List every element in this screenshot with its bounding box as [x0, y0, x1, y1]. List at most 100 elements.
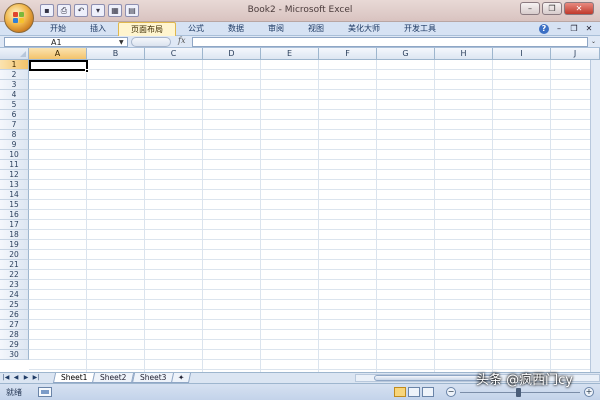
sheet-tabs: Sheet1 Sheet2 Sheet3 ✦: [52, 373, 192, 383]
cell-area[interactable]: [29, 60, 600, 372]
workbook-restore-button[interactable]: ❐: [569, 24, 579, 34]
row-header-7[interactable]: 7: [0, 120, 29, 130]
row-header-17[interactable]: 17: [0, 220, 29, 230]
row-header-8[interactable]: 8: [0, 130, 29, 140]
column-header-e[interactable]: E: [261, 48, 319, 60]
tab-page-layout[interactable]: 页面布局: [118, 22, 176, 36]
sheet-tab-sheet2[interactable]: Sheet2: [92, 373, 136, 383]
window-title: Book2 - Microsoft Excel: [247, 5, 353, 15]
row-header-22[interactable]: 22: [0, 270, 29, 280]
row-header-15[interactable]: 15: [0, 200, 29, 210]
watermark-text: 头条 @疯西门cy: [476, 373, 573, 388]
row-header-4[interactable]: 4: [0, 90, 29, 100]
ribbon-tabs: 开始 插入 页面布局 公式 数据 审阅 视图 美化大师 开发工具: [38, 22, 448, 36]
office-logo-icon: [13, 12, 25, 24]
restore-button[interactable]: ❐: [542, 2, 562, 15]
column-header-g[interactable]: G: [377, 48, 435, 60]
row-header-24[interactable]: 24: [0, 290, 29, 300]
formula-bar: A1 ▼ fx ⌄: [0, 36, 600, 48]
name-box[interactable]: A1: [4, 37, 128, 47]
tab-home[interactable]: 开始: [38, 22, 78, 36]
fill-handle[interactable]: [85, 69, 89, 73]
office-button[interactable]: [4, 3, 34, 33]
row-header-30[interactable]: 30: [0, 350, 29, 360]
column-header-a[interactable]: A: [29, 48, 87, 60]
worksheet-grid[interactable]: ABCDEFGHIJ 1 2 3 4 5 6 7 8 9 10 11 12 13 14 15 16 17 18 19…: [0, 48, 600, 372]
row-header-5[interactable]: 5: [0, 100, 29, 110]
formula-input[interactable]: [192, 37, 588, 47]
row-header-25[interactable]: 25: [0, 300, 29, 310]
last-sheet-button[interactable]: ▶|: [32, 374, 40, 382]
tab-formulas[interactable]: 公式: [176, 22, 216, 36]
normal-view-button[interactable]: [394, 387, 406, 397]
insert-sheet-icon: ✦: [178, 373, 185, 382]
tab-view[interactable]: 视图: [296, 22, 336, 36]
sheet-tab-label: Sheet1: [61, 373, 88, 382]
minimize-button[interactable]: –: [520, 2, 540, 15]
page-layout-view-button[interactable]: [408, 387, 420, 397]
row-header-26[interactable]: 26: [0, 310, 29, 320]
workbook-controls: ? – ❐ ✕: [539, 24, 594, 34]
row-header-6[interactable]: 6: [0, 110, 29, 120]
insert-function-button[interactable]: fx: [178, 36, 185, 45]
select-all-button[interactable]: [0, 48, 29, 60]
tab-insert[interactable]: 插入: [78, 22, 118, 36]
tab-review[interactable]: 审阅: [256, 22, 296, 36]
column-header-j[interactable]: J: [551, 48, 600, 60]
next-sheet-button[interactable]: ▶: [22, 374, 30, 382]
column-header-d[interactable]: D: [203, 48, 261, 60]
tab-developer[interactable]: 开发工具: [392, 22, 448, 36]
row-header-23[interactable]: 23: [0, 280, 29, 290]
row-header-10[interactable]: 10: [0, 150, 29, 160]
workbook-close-button[interactable]: ✕: [584, 24, 594, 34]
row-header-16[interactable]: 16: [0, 210, 29, 220]
vertical-scrollbar[interactable]: [590, 60, 600, 372]
row-header-19[interactable]: 19: [0, 240, 29, 250]
macro-record-icon[interactable]: [38, 387, 52, 397]
zoom-out-button[interactable]: −: [446, 387, 456, 397]
row-header-21[interactable]: 21: [0, 260, 29, 270]
close-button[interactable]: ✕: [564, 2, 594, 15]
row-header-20[interactable]: 20: [0, 250, 29, 260]
first-sheet-button[interactable]: |◀: [2, 374, 10, 382]
sheet-tab-sheet3[interactable]: Sheet3: [131, 373, 175, 383]
sheet-tab-sheet1[interactable]: Sheet1: [52, 373, 96, 383]
zoom-in-button[interactable]: +: [584, 387, 594, 397]
row-header-18[interactable]: 18: [0, 230, 29, 240]
row-header-27[interactable]: 27: [0, 320, 29, 330]
row-header-12[interactable]: 12: [0, 170, 29, 180]
active-cell-a1[interactable]: [29, 60, 88, 71]
formula-bar-splitter[interactable]: [131, 37, 171, 47]
status-ready: 就绪: [6, 388, 22, 397]
insert-sheet-button[interactable]: ✦: [171, 373, 192, 383]
row-header-2[interactable]: 2: [0, 70, 29, 80]
workbook-minimize-button[interactable]: –: [554, 24, 564, 34]
column-header-b[interactable]: B: [87, 48, 145, 60]
help-icon[interactable]: ?: [539, 24, 549, 34]
row-header-11[interactable]: 11: [0, 160, 29, 170]
row-header-1[interactable]: 1: [0, 60, 29, 70]
column-header-h[interactable]: H: [435, 48, 493, 60]
tab-beautify[interactable]: 美化大师: [336, 22, 392, 36]
column-header-i[interactable]: I: [493, 48, 551, 60]
prev-sheet-button[interactable]: ◀: [12, 374, 20, 382]
sheet-nav: |◀ ◀ ▶ ▶|: [2, 374, 40, 382]
row-header-13[interactable]: 13: [0, 180, 29, 190]
formula-expand-icon[interactable]: ⌄: [591, 38, 596, 45]
column-header-f[interactable]: F: [319, 48, 377, 60]
ribbon-tabs-bar: 开始 插入 页面布局 公式 数据 审阅 视图 美化大师 开发工具 ? – ❐ ✕: [0, 22, 600, 36]
page-break-view-button[interactable]: [422, 387, 434, 397]
name-box-dropdown-icon[interactable]: ▼: [119, 39, 124, 46]
row-header-29[interactable]: 29: [0, 340, 29, 350]
title-bar: ▪ ⎙ ↶ ▾ ▦ ▤ Book2 - Microsoft Excel – ❐ …: [0, 0, 600, 22]
row-header-28[interactable]: 28: [0, 330, 29, 340]
sheet-tab-label: Sheet3: [139, 373, 167, 382]
tab-data[interactable]: 数据: [216, 22, 256, 36]
row-header-9[interactable]: 9: [0, 140, 29, 150]
row-header-3[interactable]: 3: [0, 80, 29, 90]
view-buttons: [394, 387, 434, 397]
column-header-c[interactable]: C: [145, 48, 203, 60]
row-header-14[interactable]: 14: [0, 190, 29, 200]
sheet-tab-label: Sheet2: [100, 373, 127, 382]
window-controls: – ❐ ✕: [520, 2, 594, 15]
